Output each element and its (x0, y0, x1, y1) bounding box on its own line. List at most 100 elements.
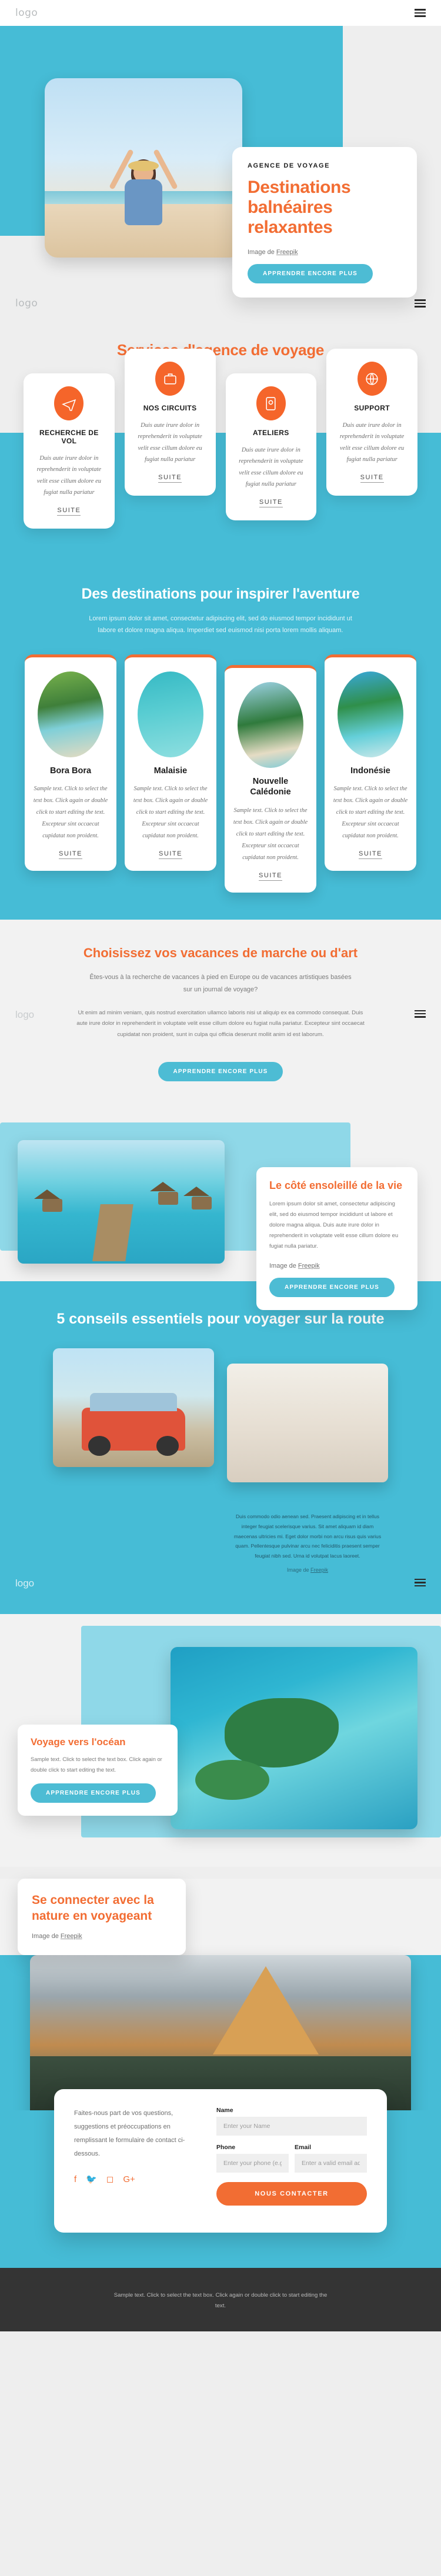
globe-icon (357, 362, 387, 396)
destination-text: Sample text. Click to select the text bo… (233, 807, 308, 861)
instagram-icon[interactable]: ◻ (106, 2174, 113, 2184)
page-root: logo AGENCE DE VOYAGE Destinations balné… (0, 0, 441, 2332)
suitcase-icon (155, 362, 185, 396)
phone-label: Phone (216, 2143, 236, 2151)
sunny-section: Le côté ensoleillé de la vie Lorem ipsum… (0, 1104, 441, 1311)
nature-image-credit: Image de Freepik (32, 1933, 172, 1940)
nature-text-card: Se connecter avec la nature en voyageant… (18, 1878, 186, 1955)
destination-more-link[interactable]: SUITE (59, 850, 82, 859)
sunny-title: Le côté ensoleillé de la vie (269, 1179, 403, 1191)
twitter-icon[interactable]: 🐦 (86, 2174, 97, 2184)
tips-text-card: Duis commodo odio aenean sed. Praesent a… (227, 1503, 388, 1573)
email-input[interactable] (295, 2153, 367, 2173)
tips-photo-right (227, 1364, 388, 1483)
services-section: logo Services d'agence de voyage RECHERC… (0, 285, 441, 559)
sunny-image-credit: Image de Freepik (269, 1262, 405, 1269)
credit-link[interactable]: Freepik (61, 1933, 82, 1940)
name-input[interactable] (216, 2116, 367, 2136)
credit-link[interactable]: Freepik (310, 1567, 328, 1573)
credit-prefix: Image de (248, 248, 276, 256)
ocean-photo (171, 1646, 417, 1829)
service-text: Duis aute irure dolor in reprehenderit i… (339, 422, 405, 463)
destination-name: Malaisie (153, 766, 188, 776)
tips-text: Duis commodo odio aenean sed. Praesent a… (233, 1513, 382, 1559)
ocean-text-card: Voyage vers l'océan Sample text. Click t… (18, 1724, 178, 1816)
service-card-tours[interactable]: NOS CIRCUITS Duis aute irure dolor in re… (124, 349, 216, 496)
destination-more-link[interactable]: SUITE (259, 872, 282, 881)
contact-submit-button[interactable]: NOUS CONTACTER (216, 2181, 367, 2206)
service-text: Duis aute irure dolor in reprehenderit i… (36, 455, 102, 496)
service-card-support[interactable]: SUPPORT Duis aute irure dolor in reprehe… (326, 349, 417, 496)
ocean-text: Sample text. Click to select the text bo… (31, 1756, 162, 1773)
contact-section: Faites-nous part de vos questions, sugge… (0, 2089, 441, 2268)
sunny-cta-button[interactable]: APPRENDRE ENCORE PLUS (269, 1278, 395, 1298)
service-more-link[interactable]: SUITE (57, 507, 81, 516)
hero-image-credit: Image de Freepik (248, 249, 402, 256)
service-name: NOS CIRCUITS (143, 404, 197, 412)
destination-image (338, 671, 403, 757)
credit-prefix: Image de (269, 1262, 298, 1270)
credit-link[interactable]: Freepik (276, 249, 298, 256)
hero-eyebrow: AGENCE DE VOYAGE (248, 162, 330, 169)
walking-art-section: Choisissez vos vacances de marche ou d'a… (0, 919, 441, 1105)
destination-card[interactable]: Malaisie Sample text. Click to select th… (125, 654, 216, 871)
destination-name: Indonésie (350, 766, 390, 776)
service-card-workshops[interactable]: ATELIERS Duis aute irure dolor in repreh… (225, 373, 317, 520)
service-name: ATELIERS (253, 429, 289, 437)
destination-name: Bora Bora (49, 766, 92, 776)
email-label: Email (295, 2143, 312, 2151)
hero-cta-button[interactable]: APPRENDRE ENCORE PLUS (248, 263, 373, 283)
service-card-flight[interactable]: RECHERCHE DE VOL Duis aute irure dolor i… (24, 373, 115, 529)
service-text: Duis aute irure dolor in reprehenderit i… (239, 447, 303, 488)
phone-input[interactable] (216, 2153, 289, 2173)
service-more-link[interactable]: SUITE (259, 499, 283, 507)
walking-art-cta-wrap: APPRENDRE ENCORE PLUS (0, 1041, 441, 1081)
contact-card: Faites-nous part de vos questions, sugge… (54, 2089, 387, 2233)
walking-art-lead: Êtes-vous à la recherche de vacances à p… (89, 973, 352, 993)
ocean-cta-button[interactable]: APPRENDRE ENCORE PLUS (31, 1783, 156, 1803)
passport-icon (256, 386, 286, 420)
destinations-card-row: Bora Bora Sample text. Click to select t… (0, 637, 441, 893)
ocean-section: Voyage vers l'océan Sample text. Click t… (0, 1613, 441, 1867)
service-more-link[interactable]: SUITE (158, 474, 182, 483)
destination-more-link[interactable]: SUITE (159, 850, 182, 859)
site-logo[interactable]: logo (15, 7, 38, 19)
service-name: RECHERCHE DE VOL (39, 429, 99, 445)
destination-card[interactable]: Indonésie Sample text. Click to select t… (325, 654, 416, 871)
hamburger-icon[interactable] (415, 299, 426, 308)
service-more-link[interactable]: SUITE (360, 474, 384, 483)
sunny-text: Lorem ipsum dolor sit amet, consectetur … (269, 1201, 399, 1250)
hamburger-icon[interactable] (415, 1010, 426, 1018)
walking-art-cta-button[interactable]: APPRENDRE ENCORE PLUS (158, 1061, 283, 1081)
destinations-title: Des destinations pour inspirer l'aventur… (81, 585, 360, 602)
site-logo[interactable]: logo (15, 1578, 34, 1589)
site-footer: Sample text. Click to select the text bo… (0, 2267, 441, 2332)
airplane-icon (54, 386, 84, 420)
facebook-icon[interactable]: f (74, 2174, 76, 2184)
destination-card[interactable]: Bora Bora Sample text. Click to select t… (25, 654, 116, 871)
name-label: Name (216, 2106, 233, 2114)
destination-card[interactable]: Nouvelle Calédonie Sample text. Click to… (225, 664, 316, 893)
service-text: Duis aute irure dolor in reprehenderit i… (138, 422, 202, 463)
nature-title: Se connecter avec la nature en voyageant (32, 1893, 154, 1923)
walking-art-title: Choisissez vos vacances de marche ou d'a… (83, 945, 358, 960)
site-header: logo (0, 0, 441, 26)
ocean-title: Voyage vers l'océan (31, 1736, 126, 1748)
site-logo[interactable]: logo (15, 1009, 34, 1021)
destination-more-link[interactable]: SUITE (359, 850, 382, 859)
walking-art-body: Ut enim ad minim veniam, quis nostrud ex… (76, 1009, 365, 1038)
services-card-row: RECHERCHE DE VOL Duis aute irure dolor i… (0, 349, 441, 559)
destination-name: Nouvelle Calédonie (250, 776, 291, 797)
hero-photo (45, 78, 242, 258)
destination-text: Sample text. Click to select the text bo… (33, 786, 108, 840)
destination-text: Sample text. Click to select the text bo… (133, 786, 208, 840)
footer-text: Sample text. Click to select the text bo… (113, 2291, 328, 2309)
social-links: f 🐦 ◻ G+ (74, 2174, 200, 2185)
credit-link[interactable]: Freepik (298, 1262, 320, 1269)
site-logo[interactable]: logo (15, 298, 38, 309)
contact-form: Name Phone Email NOUS CONTACTER (216, 2107, 367, 2206)
hamburger-icon[interactable] (415, 1578, 426, 1587)
hamburger-icon[interactable] (415, 9, 426, 17)
tips-row (0, 1328, 441, 1483)
google-plus-icon[interactable]: G+ (123, 2174, 135, 2184)
